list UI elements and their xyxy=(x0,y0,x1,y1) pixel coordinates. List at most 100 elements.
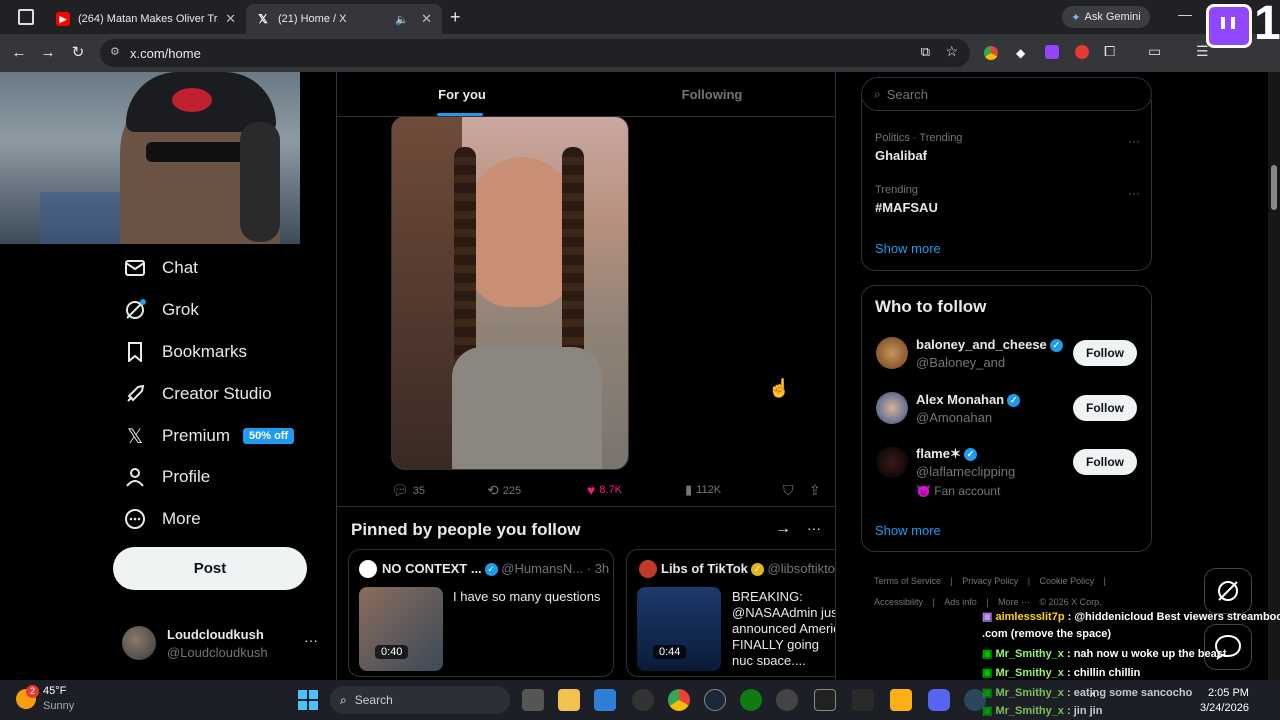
sidebar-item-chat[interactable]: Chat xyxy=(124,257,198,279)
taskbar-date[interactable]: 3/24/2026 xyxy=(1200,702,1249,714)
account-handle: @Loudcloudkush xyxy=(167,645,268,660)
post-button[interactable]: Post xyxy=(113,547,307,590)
repost-button[interactable]: ⟲ 225 xyxy=(487,482,521,499)
extension-red-icon[interactable] xyxy=(1075,45,1089,59)
xbox-icon[interactable] xyxy=(740,689,762,711)
reply-button[interactable]: 💬︎ 35 xyxy=(391,482,425,499)
like-button[interactable]: ♥ 8.7K xyxy=(587,482,622,498)
steam-icon[interactable] xyxy=(704,689,726,711)
footer-accessibility[interactable]: Accessibility xyxy=(874,597,923,607)
post-image[interactable] xyxy=(391,116,629,470)
install-icon[interactable]: ⧉ xyxy=(921,44,930,60)
taskbar-search[interactable]: ⌕ Search xyxy=(330,686,510,714)
chrome-icon[interactable] xyxy=(668,689,690,711)
task-view-icon[interactable] xyxy=(522,689,544,711)
suggestion-handle: @Amonahan xyxy=(916,410,993,425)
discord-icon[interactable] xyxy=(928,689,950,711)
footer-more[interactable]: More ··· xyxy=(998,597,1030,607)
verified-icon: ✓ xyxy=(484,563,498,577)
pinned-card[interactable]: Libs of TikTok ✓ @libsoftiktok 0:44 BREAK… xyxy=(626,549,835,677)
epic-games-icon[interactable] xyxy=(852,689,874,711)
more-dots-icon[interactable]: ··· xyxy=(807,520,821,536)
rockstar-icon[interactable] xyxy=(890,689,912,711)
avatar xyxy=(359,560,377,578)
trend-item[interactable]: Politics · Trending Ghalibaf ··· xyxy=(875,132,1140,168)
extension-twitch-icon[interactable] xyxy=(1045,45,1059,59)
reload-icon[interactable]: ↻ xyxy=(67,42,89,64)
ask-gemini-button[interactable]: ✦ Ask Gemini xyxy=(1062,6,1150,28)
more-dots-icon[interactable]: ··· xyxy=(1128,186,1140,200)
close-icon[interactable]: ✕ xyxy=(225,11,236,27)
extension-chrome-icon[interactable] xyxy=(984,46,998,60)
tab-for-you[interactable]: For you xyxy=(337,72,587,116)
footer-cookie[interactable]: Cookie Policy xyxy=(1040,576,1095,586)
obs-icon[interactable] xyxy=(776,689,798,711)
browser-tab-youtube[interactable]: ▶ (264) Matan Makes Oliver Tree ✕ xyxy=(46,4,246,34)
browser-tab-x[interactable]: 𝕏 (21) Home / X 🔈 ✕ xyxy=(246,4,442,34)
store-icon[interactable] xyxy=(594,689,616,711)
close-icon[interactable]: ✕ xyxy=(421,11,432,27)
footer-ads-info[interactable]: Ads info xyxy=(944,597,977,607)
sidepanel-icon[interactable]: ▭ xyxy=(1148,43,1161,60)
follow-button[interactable]: Follow xyxy=(1073,449,1137,475)
share-icon[interactable]: ⇪ xyxy=(809,482,821,499)
view-count: 112K xyxy=(696,484,722,496)
tab-following[interactable]: Following xyxy=(587,72,835,116)
footer-sep: | xyxy=(1027,576,1031,586)
sidebar-item-label: Grok xyxy=(162,300,199,319)
start-button[interactable] xyxy=(298,690,318,710)
weather-temp: 45°F xyxy=(43,685,67,697)
minimize-button[interactable]: — xyxy=(1178,6,1192,22)
weather-widget[interactable]: 2 45°F Sunny xyxy=(16,685,116,715)
arrow-right-icon[interactable]: → xyxy=(775,520,791,538)
trend-category: Trending xyxy=(875,184,919,196)
scrollbar-thumb[interactable] xyxy=(1271,165,1277,210)
sidebar-item-grok[interactable]: Grok xyxy=(124,299,199,321)
file-explorer-icon[interactable] xyxy=(558,689,580,711)
suggestion-name: flame✶ xyxy=(916,446,961,461)
taskbar-time[interactable]: 2:05 PM xyxy=(1208,687,1249,699)
badge-icon: ▣ xyxy=(982,705,996,717)
new-tab-button[interactable]: + xyxy=(450,7,461,28)
account-switcher[interactable]: Loudcloudkush @Loudcloudkush ··· xyxy=(122,626,322,662)
card-author: Libs of TikTok xyxy=(661,561,748,576)
bookmark-icon[interactable]: ⛉ xyxy=(783,482,794,499)
sidebar-item-creator-studio[interactable]: Creator Studio xyxy=(124,383,272,405)
follow-button[interactable]: Follow xyxy=(1073,340,1137,366)
follow-button[interactable]: Follow xyxy=(1073,395,1137,421)
more-dots-icon[interactable]: ··· xyxy=(304,632,318,648)
back-icon[interactable]: ← xyxy=(8,42,30,64)
trend-name: Ghalibaf xyxy=(875,148,928,163)
chat-nick: Mr_Smithy_x xyxy=(995,705,1064,717)
sidebar-item-more[interactable]: More xyxy=(124,508,201,530)
tab-label: For you xyxy=(438,86,486,102)
trends-show-more[interactable]: Show more xyxy=(875,241,941,256)
trend-item[interactable]: Trending #MAFSAU ··· xyxy=(875,184,1140,220)
extensions-puzzle-icon[interactable]: ⧠ xyxy=(1104,43,1115,60)
app-icon[interactable] xyxy=(632,689,654,711)
who-to-follow-show-more[interactable]: Show more xyxy=(875,523,941,538)
page-scrollbar[interactable] xyxy=(1268,72,1280,680)
site-info-icon[interactable]: ⚙ xyxy=(110,45,120,58)
card-video[interactable]: 0:40 xyxy=(359,587,443,671)
sidebar-item-premium[interactable]: 𝕏 Premium 50% off xyxy=(124,425,295,448)
menu-icon[interactable]: ☰ xyxy=(1196,43,1209,60)
tab-search-icon[interactable] xyxy=(18,9,34,25)
extension-diamond-icon[interactable]: ◆ xyxy=(1016,46,1025,60)
pinned-card[interactable]: NO CONTEXT ... ✓ @HumansN... · 3h 0:40 I … xyxy=(348,549,614,677)
sidebar-item-profile[interactable]: Profile xyxy=(124,466,210,488)
footer-privacy[interactable]: Privacy Policy xyxy=(962,576,1018,586)
speaker-icon[interactable]: 🔈 xyxy=(395,13,409,26)
twitch-badge-icon: ▣ xyxy=(982,611,996,623)
more-dots-icon[interactable]: ··· xyxy=(1128,134,1140,148)
address-bar[interactable]: ⚙ x.com/home ⧉ ☆ xyxy=(100,39,970,67)
browser-toolbar: ← → ↻ ⚙ x.com/home ⧉ ☆ ◆ ⧠ ▭ ☰ xyxy=(0,34,1280,72)
sidebar-item-bookmarks[interactable]: Bookmarks xyxy=(124,341,247,363)
grok-float-button[interactable] xyxy=(1204,568,1252,614)
card-video[interactable]: 0:44 xyxy=(637,587,721,671)
star-icon[interactable]: ☆ xyxy=(945,43,958,60)
forward-icon[interactable]: → xyxy=(37,42,59,64)
views-button[interactable]: ▮ 112K xyxy=(685,482,721,498)
7zip-icon[interactable] xyxy=(814,689,836,711)
footer-terms[interactable]: Terms of Service xyxy=(874,576,941,586)
